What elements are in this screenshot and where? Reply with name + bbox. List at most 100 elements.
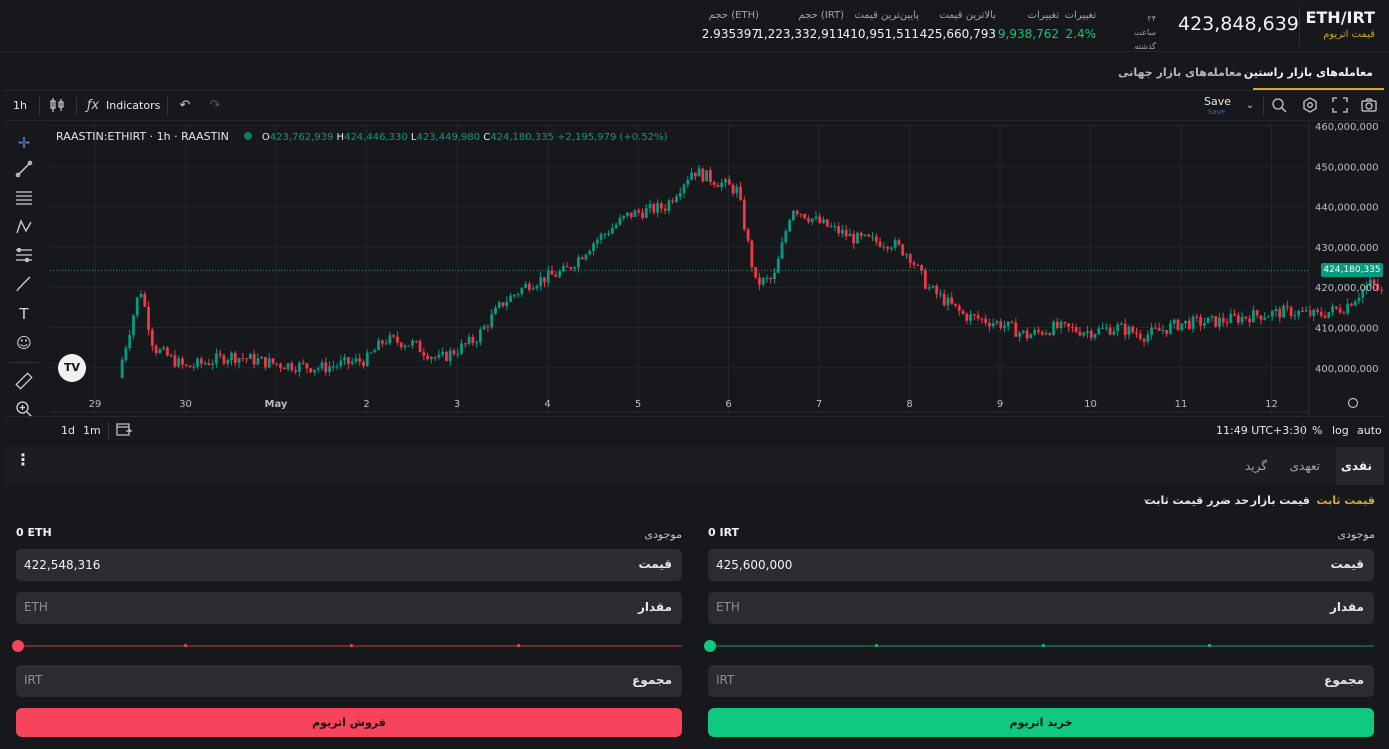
candle-body <box>1380 289 1384 291</box>
pattern-icon[interactable] <box>13 218 35 240</box>
sell-price-value[interactable]: 422,548,316 <box>24 558 100 572</box>
candle-body <box>1252 310 1255 323</box>
sell-slider-tick[interactable] <box>184 644 187 647</box>
candle-body <box>976 315 980 319</box>
sell-amount-field[interactable]: ETH مقدار <box>16 592 682 624</box>
fullscreen-icon[interactable] <box>1331 97 1349 115</box>
range-1d-button[interactable]: 1d <box>61 424 75 437</box>
buy-slider-tick[interactable] <box>1208 644 1211 647</box>
log-scale-button[interactable]: log <box>1332 424 1349 437</box>
sell-ethereum-button[interactable]: فروش اتریوم <box>16 708 682 737</box>
trend-line-icon[interactable] <box>13 160 35 182</box>
tab-raastin-market[interactable]: معامله‌های بازار راستین <box>1244 66 1373 79</box>
sell-total-placeholder[interactable]: IRT <box>24 673 42 687</box>
sell-slider-handle[interactable] <box>12 640 24 652</box>
order-type-stop[interactable]: حد ضرر قیمت ثابت <box>1145 494 1249 507</box>
candle-body <box>1229 313 1233 323</box>
candle-body <box>132 315 135 335</box>
candle-body <box>1338 308 1342 313</box>
chart-canvas[interactable]: 400,000,000 410,000,000 420,000,000 430,000… <box>5 122 1384 416</box>
pair-info[interactable]: ETH/IRT قیمت اتریوم <box>1305 8 1375 40</box>
indicators-button[interactable]: Indicators <box>106 99 160 112</box>
settings-icon[interactable] <box>1301 97 1319 115</box>
candle-body <box>1003 325 1006 329</box>
buy-slider-handle[interactable] <box>704 640 716 652</box>
save-button[interactable]: Save <box>1204 95 1231 108</box>
buy-price-value[interactable]: 425,600,000 <box>716 558 792 572</box>
candle-body <box>1063 321 1067 324</box>
fib-lines-icon[interactable] <box>13 189 35 211</box>
candle-body <box>128 334 132 348</box>
candle-body <box>814 216 818 219</box>
candle-body <box>528 283 531 290</box>
buy-balance-label: موجودی <box>1337 528 1375 541</box>
camera-icon[interactable] <box>1360 97 1378 115</box>
order-type-fixed[interactable]: قیمت ثابت <box>1316 494 1375 507</box>
sell-slider-tick[interactable] <box>350 644 353 647</box>
candle-body <box>1184 320 1187 324</box>
auto-scale-button[interactable]: auto <box>1357 424 1382 437</box>
candle-body <box>942 293 946 306</box>
buy-amount-placeholder[interactable]: ETH <box>716 600 740 614</box>
tab-global-market[interactable]: معامله‌های بازار جهانی <box>1118 66 1242 79</box>
buy-amount-field[interactable]: ETH مقدار <box>708 592 1374 624</box>
chart-time[interactable]: 11:49 UTC+3:30 <box>1216 424 1307 437</box>
tradingview-logo-icon[interactable]: TV <box>58 354 86 382</box>
candle-body <box>1301 311 1304 313</box>
ruler-icon[interactable] <box>13 372 35 394</box>
candle-body <box>1187 320 1191 329</box>
range-1m-button[interactable]: 1m <box>83 424 101 437</box>
emoji-icon[interactable]: ☺ <box>13 332 35 354</box>
tab-spot[interactable]: نقدی <box>1341 459 1372 473</box>
text-icon[interactable]: T <box>13 303 35 325</box>
candle-body <box>373 350 377 353</box>
percent-scale-button[interactable]: % <box>1312 424 1322 437</box>
chart-legend: RAASTIN:ETHIRT · 1h · RAASTIN O423,762,9… <box>56 130 667 143</box>
chevron-down-icon[interactable]: ⌄ <box>1142 492 1151 505</box>
buy-slider-tick[interactable] <box>1042 644 1045 647</box>
price-chart[interactable]: 400,000,000 410,000,000 420,000,000 430,000… <box>5 122 1384 444</box>
time-tick-label: 12 <box>1265 399 1278 410</box>
crosshair-icon[interactable]: ✛ <box>13 132 35 154</box>
candle-body <box>999 321 1003 329</box>
function-icon[interactable]: ƒx <box>84 97 102 115</box>
interval-button[interactable]: 1h <box>13 99 27 112</box>
sell-price-field[interactable]: 422,548,316 قیمت <box>16 549 682 581</box>
time-tick-label: 8 <box>906 399 912 410</box>
stat-low: پایین‌ترین قیمت 410,951,511 <box>843 10 919 41</box>
candle-body <box>1278 308 1282 318</box>
candle-body <box>403 345 407 348</box>
legend-h-label: H <box>336 132 345 143</box>
candle-type-icon[interactable] <box>48 97 66 115</box>
candle-body <box>859 232 863 236</box>
candle-body <box>659 203 663 209</box>
sell-amount-placeholder[interactable]: ETH <box>24 600 48 614</box>
time-tick-label: May <box>265 399 288 410</box>
quick-search-icon[interactable] <box>1270 97 1288 115</box>
candle-body <box>1010 321 1014 323</box>
prediction-icon[interactable] <box>13 246 35 268</box>
chevron-down-icon[interactable]: ⌄ <box>1241 97 1259 115</box>
buy-total-field[interactable]: IRT مجموع <box>708 665 1374 697</box>
sell-slider-tick[interactable] <box>517 644 520 647</box>
buy-price-field[interactable]: 425,600,000 قیمت <box>708 549 1374 581</box>
candle-body <box>226 360 230 364</box>
goto-date-icon[interactable] <box>115 421 133 439</box>
more-menu-icon[interactable]: ⋮ <box>15 452 31 468</box>
tab-grid[interactable]: گرید <box>1245 459 1267 473</box>
candle-body <box>264 356 267 368</box>
sell-total-field[interactable]: IRT مجموع <box>16 665 682 697</box>
order-type-market[interactable]: قیمت بازار <box>1251 494 1310 507</box>
candle-body <box>377 340 380 351</box>
buy-ethereum-button[interactable]: خرید اتریوم <box>708 708 1374 737</box>
candle-body <box>1233 313 1236 316</box>
redo-icon[interactable]: ↷ <box>206 97 224 115</box>
brush-icon[interactable] <box>13 275 35 297</box>
tab-committed[interactable]: تعهدی <box>1290 459 1320 473</box>
candle-body <box>844 229 848 237</box>
buy-slider-tick[interactable] <box>875 644 878 647</box>
candle-body <box>399 342 403 348</box>
buy-total-placeholder[interactable]: IRT <box>716 673 734 687</box>
undo-icon[interactable]: ↶ <box>176 97 194 115</box>
candle-body <box>1078 331 1082 336</box>
